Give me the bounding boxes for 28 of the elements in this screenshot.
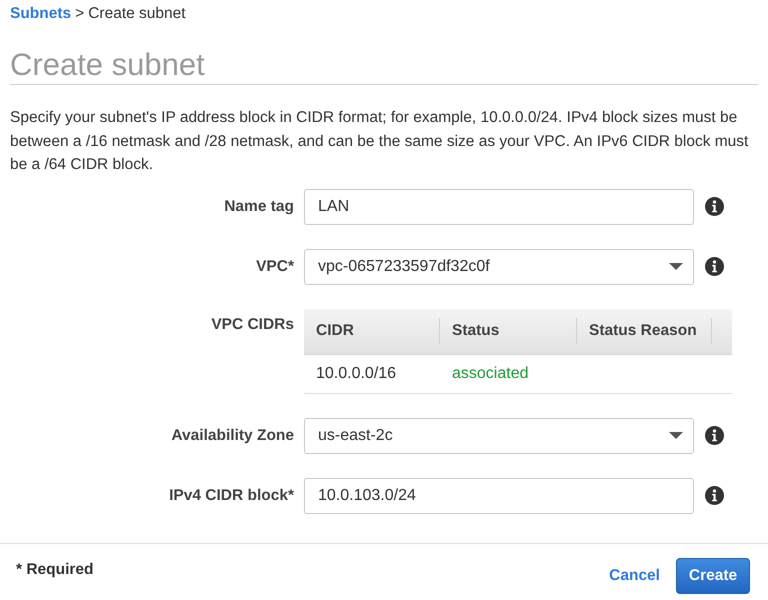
field-label: Name tag (224, 196, 294, 216)
breadcrumb-separator: > (75, 5, 84, 23)
caret-icon (669, 263, 683, 270)
required-note: * Required (16, 560, 94, 580)
table-cell: 10.0.0.0/16 (316, 364, 396, 382)
create-button[interactable]: Create (676, 558, 750, 594)
breadcrumb-link[interactable]: Subnets (10, 5, 72, 23)
select-field[interactable]: us-east-2c (304, 418, 694, 454)
field-label: IPv4 CIDR block* (169, 486, 294, 506)
caret-icon (669, 432, 683, 439)
text-input[interactable]: LAN (304, 188, 694, 224)
cancel-button[interactable]: Cancel (609, 564, 660, 588)
info-icon[interactable] (705, 426, 724, 445)
field-label: VPC CIDRs (211, 314, 294, 334)
breadcrumb-current: Create subnet (88, 5, 186, 23)
column-header: CIDR (316, 321, 354, 342)
text-input[interactable]: 10.0.103.0/24 (304, 478, 694, 514)
description-text: Specify your subnet's IP address block in CIDR format; for example, 10.0.0.0/24. IPv4 block sizes must be between a /16 netmask and /28 netmask, and can be the same size as your VPC. An IPv6 CIDR block must be a /64 CIDR block. (9, 108, 750, 175)
page-title: Create subnet (10, 46, 205, 84)
info-icon[interactable] (705, 257, 724, 276)
column-header: Status Reason (589, 321, 697, 342)
info-icon[interactable] (705, 486, 724, 505)
field-label: VPC* (256, 256, 294, 276)
info-icon[interactable] (705, 197, 724, 216)
column-header: Status (452, 321, 500, 342)
select-field[interactable]: vpc-0657233597df32c0f (304, 248, 694, 284)
status-text: associated (452, 364, 528, 382)
field-label: Availability Zone (171, 426, 294, 446)
